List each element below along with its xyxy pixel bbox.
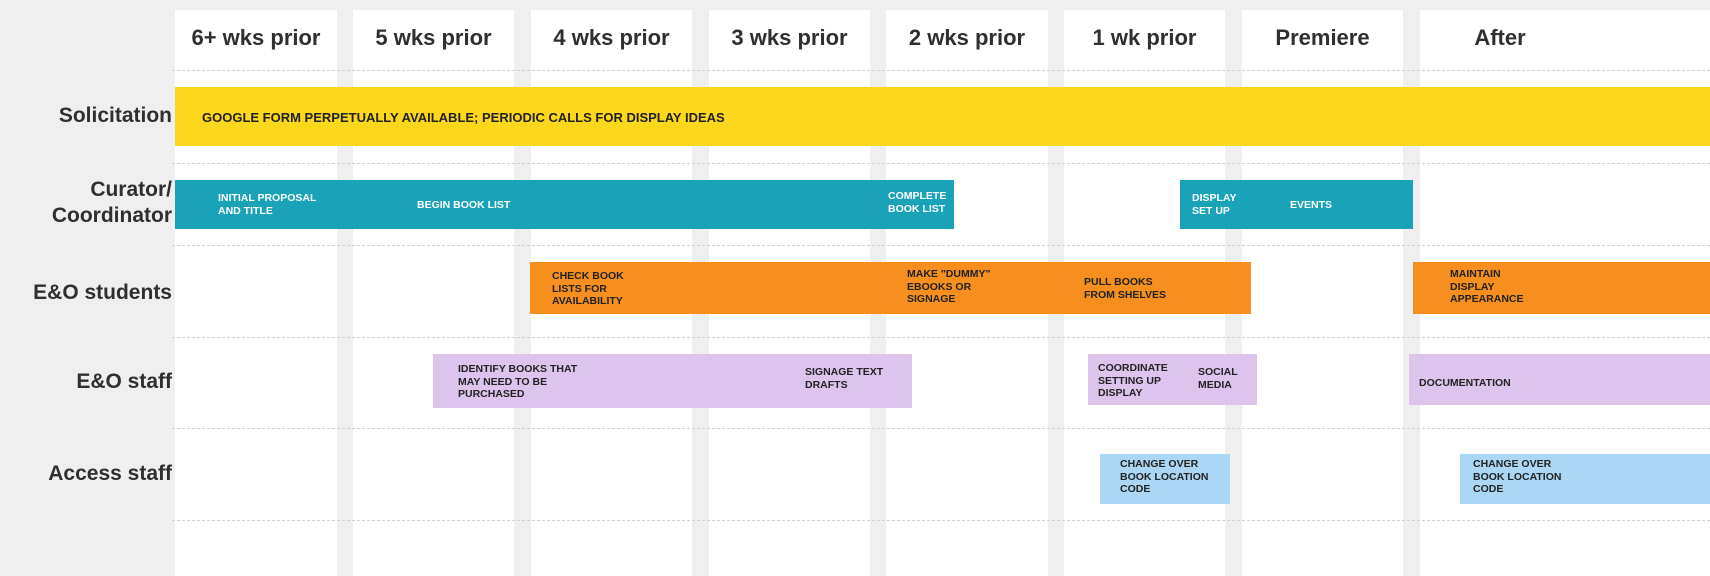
row-label-eo-staff: E&O staff <box>76 370 172 393</box>
row-divider <box>172 337 1710 338</box>
task-coordinate-setting: COORDINATE SETTING UP DISPLAY <box>1098 362 1168 399</box>
column-header-4wks: 4 wks prior <box>553 25 670 50</box>
solicitation-task-label: GOOGLE FORM PERPETUALLY AVAILABLE; PERIO… <box>202 110 725 125</box>
column-header-premiere: Premiere <box>1275 25 1370 50</box>
task-documentation: DOCUMENTATION <box>1419 377 1511 389</box>
column-header-3wks: 3 wks prior <box>731 25 848 50</box>
column-header-5wks: 5 wks prior <box>375 25 492 50</box>
row-label-curator-line2: Coordinator <box>51 204 172 227</box>
task-maintain-display: MAINTAIN DISPLAY APPEARANCE <box>1450 268 1524 305</box>
column-header-after: After <box>1474 25 1526 50</box>
task-pull-books: PULL BOOKS FROM SHELVES <box>1084 276 1167 301</box>
task-initial-proposal: INITIAL PROPOSAL AND TITLE <box>218 192 317 217</box>
task-make-dummy: MAKE "DUMMY" EBOOKS OR SIGNAGE <box>907 268 991 305</box>
task-change-over-2: CHANGE OVER BOOK LOCATION CODE <box>1473 458 1562 495</box>
task-check-book-lists: CHECK BOOK LISTS FOR AVAILABILITY <box>552 270 624 307</box>
row-divider <box>172 520 1710 521</box>
row-label-curator: Curator/ Coordinator <box>0 177 172 229</box>
task-identify-books: IDENTIFY BOOKS THAT MAY NEED TO BE PURCH… <box>458 363 578 400</box>
row-divider <box>172 70 1710 71</box>
row-label-solicitation: Solicitation <box>58 104 172 127</box>
task-change-over-1: CHANGE OVER BOOK LOCATION CODE <box>1120 458 1209 495</box>
row-divider <box>172 245 1710 246</box>
task-display-set-up: DISPLAY SET UP <box>1192 192 1237 217</box>
task-social-media: SOCIAL MEDIA <box>1198 366 1238 391</box>
row-label-eo-students: E&O students <box>33 281 172 304</box>
row-divider <box>172 163 1710 164</box>
task-begin-book-list: BEGIN BOOK LIST <box>417 199 511 211</box>
task-complete-book-list: COMPLETE BOOK LIST <box>888 190 947 215</box>
row-label-curator-line1: Curator/ <box>90 178 172 201</box>
column-header-2wks: 2 wks prior <box>908 25 1026 50</box>
column-header-6wks: 6+ wks prior <box>191 25 321 50</box>
row-divider <box>172 428 1710 429</box>
row-label-access-staff: Access staff <box>48 462 172 485</box>
task-events: EVENTS <box>1290 199 1333 211</box>
task-signage-drafts: SIGNAGE TEXT DRAFTS <box>805 366 884 391</box>
column-header-1wk: 1 wk prior <box>1092 25 1197 50</box>
